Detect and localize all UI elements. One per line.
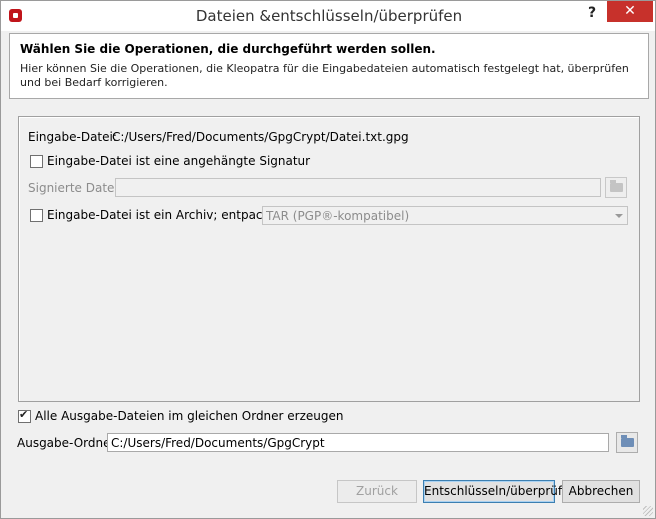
- input-file-path: C:/Users/Fred/Documents/GpgCrypt/Datei.t…: [112, 130, 409, 144]
- folder-icon: [621, 435, 634, 447]
- title-bar: Dateien &entschlüsseln/überprüfen ? ✕: [1, 1, 655, 31]
- same-folder-checkbox[interactable]: [18, 408, 31, 423]
- same-folder-label[interactable]: Alle Ausgabe-Dateien im gleichen Ordner …: [35, 409, 344, 423]
- cancel-button[interactable]: Abbrechen: [562, 480, 640, 503]
- archive-format-select[interactable]: TAR (PGP®-kompatibel): [262, 206, 628, 225]
- dialog-window: Dateien &entschlüsseln/überprüfen ? ✕ Wä…: [0, 0, 656, 519]
- page-title: Wählen Sie die Operationen, die durchgef…: [20, 42, 436, 56]
- archive-format-value: TAR (PGP®-kompatibel): [266, 209, 410, 223]
- output-folder-input[interactable]: C:/Users/Fred/Documents/GpgCrypt: [107, 433, 609, 452]
- help-button[interactable]: ?: [581, 3, 603, 25]
- close-icon: ✕: [624, 3, 636, 19]
- resize-grip[interactable]: [643, 506, 653, 516]
- page-header: Wählen Sie die Operationen, die durchgef…: [9, 33, 649, 99]
- output-folder-label: Ausgabe-Ordner:: [17, 436, 120, 450]
- detached-signature-checkbox[interactable]: [30, 155, 43, 168]
- page-description: Hier können Sie die Operationen, die Kle…: [20, 62, 629, 89]
- close-button[interactable]: ✕: [607, 1, 653, 22]
- detached-signature-label[interactable]: Eingabe-Datei ist eine angehängte Signat…: [47, 154, 310, 168]
- input-file-label: Eingabe-Datei:: [28, 130, 117, 144]
- signed-data-label: Signierte Daten:: [28, 181, 127, 195]
- decrypt-verify-button[interactable]: Entschlüsseln/überprüfen: [423, 480, 577, 503]
- folder-icon: [610, 180, 623, 192]
- back-button[interactable]: Zurück: [337, 480, 417, 503]
- signed-data-input[interactable]: [115, 178, 601, 197]
- archive-checkbox[interactable]: [30, 209, 43, 222]
- chevron-down-icon: [615, 214, 623, 218]
- signed-data-browse-button[interactable]: [605, 177, 627, 198]
- window-title: Dateien &entschlüsseln/überprüfen: [195, 7, 463, 25]
- operations-group: Eingabe-Datei: C:/Users/Fred/Documents/G…: [18, 116, 640, 402]
- output-folder-browse-button[interactable]: [616, 432, 638, 453]
